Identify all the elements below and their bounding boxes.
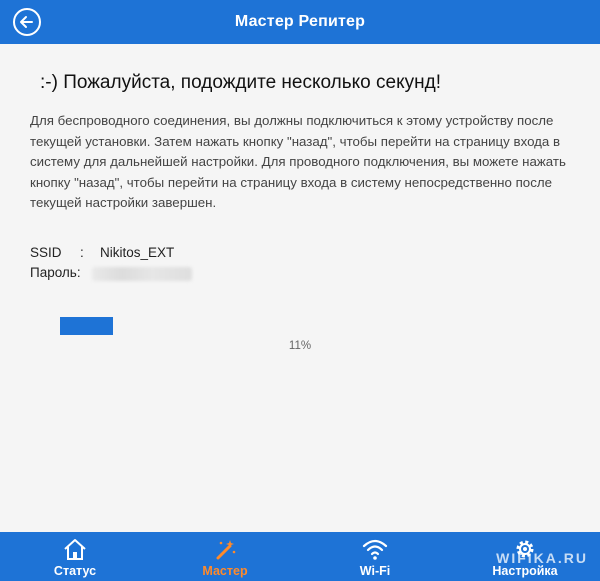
nav-item-label: Статус [53, 564, 97, 578]
password-value-redacted [92, 267, 192, 281]
password-label: Пароль: [30, 265, 81, 280]
nav-item-status[interactable]: Статус [0, 532, 150, 581]
progress-percent: 11% [288, 340, 312, 352]
password-row: Пароль: [30, 265, 81, 280]
nav-item-wizard[interactable]: Мастер [150, 532, 300, 581]
wait-message: :-) Пожалуйста, подождите несколько секу… [40, 72, 441, 93]
nav-item-wifi[interactable]: Wi-Fi [300, 532, 450, 581]
ssid-separator: : [80, 245, 84, 260]
progress-bar [60, 317, 540, 335]
progress-fill [60, 317, 113, 335]
ssid-value: Nikitos_EXT [100, 245, 175, 260]
ssid-row: SSID: Nikitos_EXT [30, 245, 174, 260]
home-icon [64, 539, 86, 560]
instruction-text: Для беспроводного соединения, вы должны … [30, 113, 566, 210]
header-bar: Мастер Репитер [0, 0, 600, 44]
nav-item-label: Мастер [202, 564, 248, 578]
ssid-label: SSID [30, 245, 62, 260]
watermark-logo: WIFIKA.RU [496, 550, 588, 566]
nav-item-label: Wi-Fi [359, 564, 391, 578]
wifi-icon [362, 539, 388, 560]
wand-icon [216, 540, 236, 560]
arrow-left-icon[interactable] [12, 7, 42, 37]
page-title: Мастер Репитер [234, 13, 366, 30]
nav-item-label: Настройка [492, 564, 558, 578]
main-content: :-) Пожалуйста, подождите несколько секу… [0, 44, 600, 532]
